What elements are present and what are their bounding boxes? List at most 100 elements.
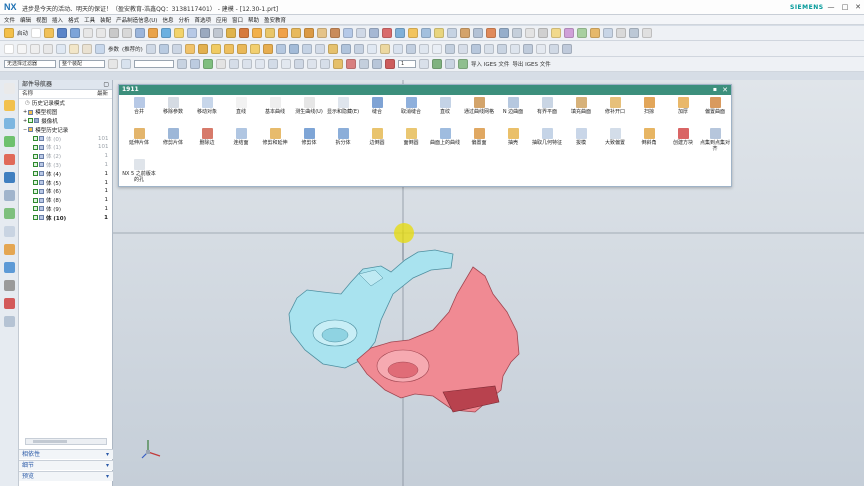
surface-tool-8-icon[interactable] bbox=[275, 43, 286, 54]
layer-icon[interactable] bbox=[200, 28, 211, 38]
cmd-through-curve-mesh[interactable]: 通过曲线网格 bbox=[462, 97, 496, 115]
system-scenes-tab-icon[interactable] bbox=[4, 262, 15, 273]
cmd-ruled[interactable]: 直纹 bbox=[428, 97, 462, 115]
surface-tool-16-icon[interactable] bbox=[379, 43, 390, 54]
thicken-icon[interactable] bbox=[486, 28, 497, 38]
grid-icon[interactable] bbox=[603, 28, 614, 38]
hole-icon[interactable] bbox=[291, 28, 302, 38]
block-icon[interactable] bbox=[239, 28, 250, 38]
web-browser-tab-icon[interactable] bbox=[4, 172, 15, 183]
sphere-icon[interactable] bbox=[278, 28, 289, 38]
collapse-icon[interactable]: − bbox=[23, 127, 27, 133]
menu-edit[interactable]: 编辑 bbox=[20, 16, 31, 24]
params-icon[interactable] bbox=[95, 43, 105, 54]
tree-row-model-views[interactable]: + 模型视图 bbox=[19, 108, 112, 117]
tree-row-model-history[interactable]: − 模型历史记录 bbox=[19, 125, 112, 134]
cmd-shell[interactable]: 抽壳 bbox=[496, 128, 530, 146]
tree-row-body[interactable]: 体 (2) 1 bbox=[19, 152, 112, 161]
undo-icon[interactable] bbox=[83, 28, 94, 38]
reuse-library-tab-icon[interactable] bbox=[4, 154, 15, 165]
print-tab-icon[interactable] bbox=[4, 298, 15, 309]
new-file-icon[interactable] bbox=[31, 28, 42, 38]
menu-insert[interactable]: 插入 bbox=[52, 16, 63, 24]
cmd-remove-params[interactable]: 移除参数 bbox=[156, 97, 190, 115]
cmd-swept[interactable]: 扫掠 bbox=[632, 97, 666, 115]
cmd-join-face[interactable]: 连结面 bbox=[224, 128, 258, 146]
cmd-extend-sheet[interactable]: 延伸片体 bbox=[122, 128, 156, 146]
orient-icon[interactable] bbox=[177, 59, 187, 69]
surface-tool-11-icon[interactable] bbox=[314, 43, 325, 54]
visibility-checkbox[interactable] bbox=[33, 215, 38, 221]
view-triad[interactable] bbox=[140, 438, 162, 460]
tree-row-body[interactable]: 体 (4) 1 bbox=[19, 169, 112, 178]
polygon-icon[interactable] bbox=[56, 43, 66, 54]
menu-view[interactable]: 视图 bbox=[36, 16, 47, 24]
surface-tool-24-icon[interactable] bbox=[483, 43, 494, 54]
cmd-thicken[interactable]: 加厚 bbox=[666, 97, 700, 115]
visibility-checkbox[interactable] bbox=[33, 162, 38, 168]
curve-tool-1-icon[interactable] bbox=[145, 43, 156, 54]
line-icon[interactable] bbox=[4, 43, 14, 54]
close-button[interactable]: ✕ bbox=[851, 2, 864, 12]
menu-preferences[interactable]: 首选项 bbox=[194, 16, 211, 24]
cmd-derived-curve[interactable]: 测生曲线(U) bbox=[292, 97, 326, 115]
fillet-curve-icon[interactable] bbox=[82, 43, 92, 54]
pan-icon[interactable] bbox=[190, 59, 200, 69]
import-iges-button[interactable]: 导入 IGES 文件 bbox=[471, 60, 509, 68]
surface-tool-9-icon[interactable] bbox=[288, 43, 299, 54]
extrude-icon[interactable] bbox=[174, 28, 185, 38]
pocket-icon[interactable] bbox=[317, 28, 328, 38]
tree-row-body[interactable]: 体 (1) 101 bbox=[19, 143, 112, 152]
wcs-icon[interactable] bbox=[333, 59, 343, 69]
wireframe-icon[interactable] bbox=[629, 28, 640, 38]
snap-tangent-icon[interactable] bbox=[320, 59, 330, 69]
cmd-trimmed-sheet[interactable]: 修剪片体 bbox=[156, 128, 190, 146]
cmd-trim-extend[interactable]: 修剪和延伸 bbox=[258, 128, 292, 146]
spline-icon[interactable] bbox=[538, 28, 549, 38]
cmd-line[interactable]: 直线 bbox=[224, 97, 258, 115]
menu-info[interactable]: 信息 bbox=[162, 16, 173, 24]
cmd-legacy-hole[interactable]: NX 5 之前版本的孔 bbox=[122, 159, 156, 183]
surface-tool-17-icon[interactable] bbox=[392, 43, 403, 54]
params-label[interactable]: 参数 bbox=[108, 45, 119, 53]
split-body-icon[interactable] bbox=[395, 28, 406, 38]
snap-mid-icon[interactable] bbox=[242, 59, 252, 69]
roles-tab-icon[interactable] bbox=[4, 244, 15, 255]
visibility-checkbox[interactable] bbox=[33, 171, 38, 177]
cmd-fill-surface[interactable]: 填充曲面 bbox=[564, 97, 598, 115]
selection-filter-dropdown[interactable]: 无选择过滤器 bbox=[4, 60, 56, 68]
copy-icon[interactable] bbox=[122, 28, 133, 38]
surface-tool-26-icon[interactable] bbox=[509, 43, 520, 54]
menu-file[interactable]: 文件 bbox=[4, 16, 15, 24]
surface-tool-15-icon[interactable] bbox=[366, 43, 377, 54]
horizontal-scrollbar[interactable] bbox=[25, 438, 107, 445]
surface-tool-22-icon[interactable] bbox=[457, 43, 468, 54]
menu-tools[interactable]: 工具 bbox=[84, 16, 95, 24]
menu-window[interactable]: 窗口 bbox=[232, 16, 243, 24]
tree-row-body[interactable]: 体 (9) 1 bbox=[19, 205, 112, 214]
menu-analysis[interactable]: 分析 bbox=[178, 16, 189, 24]
measure-icon[interactable] bbox=[226, 28, 237, 38]
cmd-extract-geometry[interactable]: 抽取几何特征 bbox=[530, 128, 564, 146]
boss-icon[interactable] bbox=[304, 28, 315, 38]
zoom-icon[interactable] bbox=[216, 59, 226, 69]
export-iges-button[interactable]: 导出 IGES 文件 bbox=[512, 60, 550, 68]
panel-options-icon[interactable]: ▪ bbox=[713, 85, 717, 95]
surface-icon[interactable] bbox=[499, 28, 510, 38]
analysis-icon[interactable] bbox=[564, 28, 575, 38]
more-tools-icon[interactable] bbox=[642, 28, 653, 38]
cmd-bounded-plane[interactable]: 有界平面 bbox=[530, 97, 564, 115]
tree-row-body[interactable]: 体 (6) 1 bbox=[19, 187, 112, 196]
surface-tool-13-icon[interactable] bbox=[340, 43, 351, 54]
curve-tool-3-icon[interactable] bbox=[171, 43, 182, 54]
rotate-icon[interactable] bbox=[203, 59, 213, 69]
surface-tool-5-icon[interactable] bbox=[236, 43, 247, 54]
surface-tool-12-icon[interactable] bbox=[327, 43, 338, 54]
cmd-point-set-align[interactable]: 点集到点集对齐 bbox=[698, 128, 732, 152]
cmd-offset-face[interactable]: 偏置面 bbox=[462, 128, 496, 146]
offset-face-icon[interactable] bbox=[460, 28, 471, 38]
edge-blend-icon[interactable] bbox=[408, 28, 419, 38]
process-studio-tab-icon[interactable] bbox=[4, 226, 15, 237]
trim-body-icon[interactable] bbox=[382, 28, 393, 38]
show-hide-icon[interactable] bbox=[346, 59, 356, 69]
